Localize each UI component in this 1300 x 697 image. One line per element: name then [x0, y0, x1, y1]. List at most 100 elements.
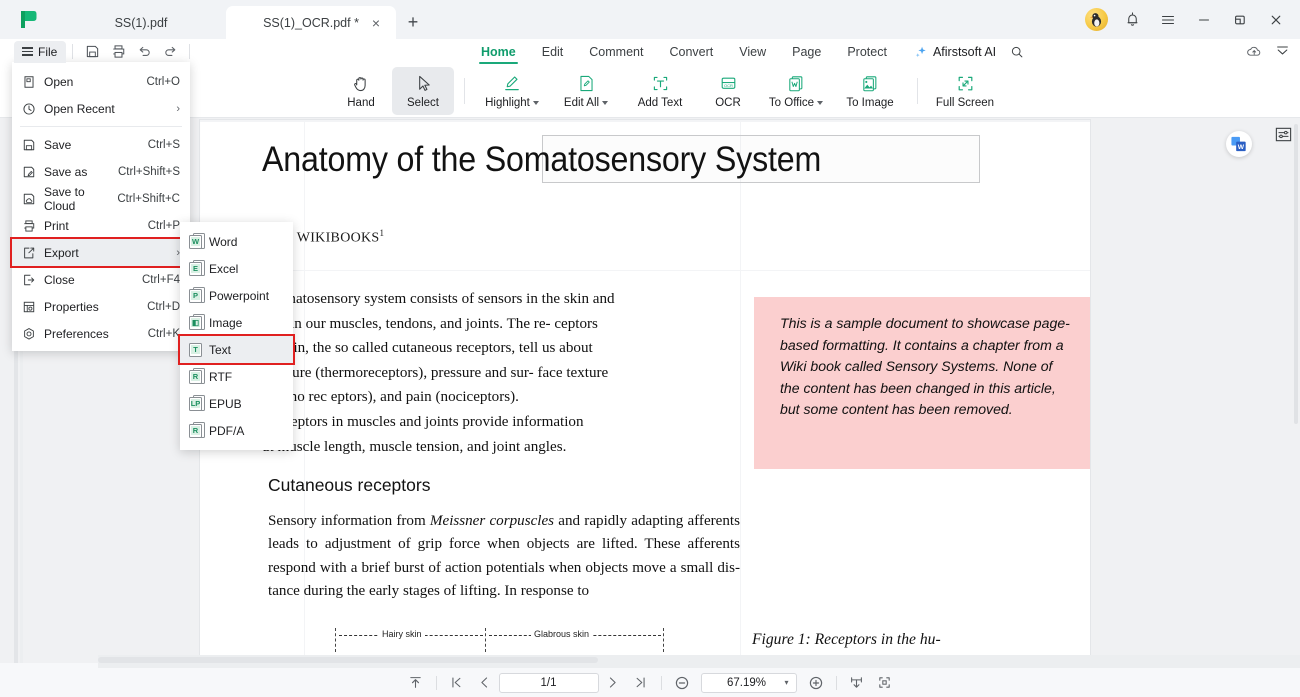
open-icon [22, 75, 44, 89]
full-screen-button[interactable]: Full Screen [928, 67, 1002, 115]
menu-item-save[interactable]: Save Ctrl+S [12, 131, 190, 158]
tab-home[interactable]: Home [468, 39, 529, 64]
menu-item-label: Open [44, 74, 74, 89]
scroll-to-top-button[interactable] [402, 672, 430, 694]
afirstsoft-ai-button[interactable]: Afirstsoft AI [900, 45, 1004, 59]
next-page-icon [609, 677, 616, 688]
file-menu-button[interactable]: File [14, 40, 66, 63]
maximize-icon [1235, 15, 1245, 24]
export-item-label: Powerpoint [209, 288, 270, 303]
first-page-icon [452, 677, 461, 688]
first-page-button[interactable] [443, 672, 471, 694]
zoom-in-button[interactable] [802, 672, 830, 694]
tab-edit[interactable]: Edit [529, 39, 577, 64]
export-item-text[interactable]: T Text [178, 334, 295, 365]
export-item-rtf[interactable]: R RTF [180, 363, 293, 390]
app-logo [0, 0, 56, 39]
menu-item-open[interactable]: Open Ctrl+O [12, 68, 190, 95]
export-icon [22, 246, 44, 260]
export-submenu[interactable]: W Word E Excel P Powerpoint ◧ Image T Te… [178, 222, 295, 450]
highlight-button[interactable]: Highlight [475, 67, 549, 115]
new-tab-button[interactable]: + [396, 6, 430, 39]
panel-settings-icon [1275, 127, 1291, 141]
minimize-button[interactable] [1186, 3, 1222, 37]
menu-item-preferences[interactable]: Preferences Ctrl+K [12, 320, 190, 347]
main-menu-button[interactable] [1150, 3, 1186, 37]
collapse-ribbon-button[interactable] [1275, 44, 1290, 59]
chevron-down-icon [532, 100, 539, 105]
tab-label: SS(1)_OCR.pdf * [263, 15, 359, 30]
text-file-icon: T [189, 340, 205, 357]
document-tab-1[interactable]: SS(1).pdf [56, 6, 226, 39]
zoom-level-select[interactable]: 67.19% ▾ [700, 672, 797, 693]
print-icon [112, 45, 124, 58]
fit-width-button[interactable] [843, 672, 871, 694]
vertical-scrollbar[interactable] [1292, 118, 1300, 663]
menu-item-save-to-cloud[interactable]: Save to Cloud Ctrl+Shift+C [12, 185, 190, 213]
menu-item-accel: Ctrl+S [147, 138, 180, 151]
paragraph-line: echano rec eptors), and pain (nociceptor… [262, 389, 519, 406]
horizontal-scrollbar[interactable] [98, 655, 1300, 668]
export-item-image[interactable]: ◧ Image [180, 309, 293, 336]
hand-tool-button[interactable]: Hand [330, 67, 392, 115]
ai-sparkle-icon [915, 46, 926, 57]
maximize-button[interactable] [1222, 3, 1258, 37]
export-item-excel[interactable]: E Excel [180, 255, 293, 282]
fit-page-button[interactable] [871, 672, 899, 694]
menu-item-save-as[interactable]: Save as Ctrl+Shift+S [12, 158, 190, 185]
export-item-powerpoint[interactable]: P Powerpoint [180, 282, 293, 309]
export-item-word[interactable]: W Word [180, 228, 293, 255]
tab-view[interactable]: View [726, 39, 779, 64]
cloud-upload-button[interactable] [1246, 44, 1263, 59]
previous-page-button[interactable] [471, 672, 499, 694]
menu-item-properties[interactable]: Properties Ctrl+D [12, 293, 190, 320]
divider [660, 675, 662, 690]
zoom-out-button[interactable] [668, 672, 696, 694]
export-item-label: RTF [209, 369, 233, 384]
menu-item-close[interactable]: Close Ctrl+F4 [12, 266, 190, 293]
tab-label: View [739, 44, 767, 59]
select-tool-button[interactable]: Select [392, 66, 454, 115]
svg-text:W: W [1237, 144, 1244, 151]
tab-close-icon[interactable]: × [368, 15, 384, 31]
last-page-button[interactable] [627, 672, 655, 694]
tab-protect[interactable]: Protect [834, 39, 900, 64]
menu-item-print[interactable]: Print Ctrl+P [12, 212, 190, 239]
document-paragraph-1: r somatosensory system consists of senso… [262, 288, 734, 460]
right-panel-toggle[interactable] [1272, 123, 1294, 145]
search-button[interactable] [1004, 45, 1030, 59]
menu-item-label: Save [44, 137, 72, 152]
menu-item-label: Export [44, 245, 79, 260]
page-number-input[interactable]: 1/1 [498, 672, 599, 693]
export-item-label: Word [209, 234, 238, 249]
print-button[interactable] [105, 41, 131, 63]
save-button[interactable] [79, 41, 105, 63]
edit-all-button[interactable]: Edit All [549, 67, 623, 115]
menu-item-open-recent[interactable]: Open Recent › [12, 95, 190, 122]
add-text-button[interactable]: Add Text [623, 67, 697, 115]
minimize-icon [1198, 18, 1210, 21]
to-office-button[interactable]: To Office [759, 67, 833, 115]
ocr-icon: OCR [721, 77, 735, 89]
file-menu-icon [22, 47, 33, 56]
pdf-page[interactable]: Anatomy of the Somatosensory System OM W… [200, 120, 1090, 655]
section-body: Sensory information from Meissner corpus… [268, 513, 740, 600]
menu-item-export[interactable]: Export › [10, 237, 192, 268]
ocr-button[interactable]: OCR OCR [697, 67, 759, 115]
tab-comment[interactable]: Comment [576, 39, 656, 64]
convert-to-word-badge[interactable]: W [1226, 131, 1252, 157]
export-item-epub[interactable]: LP EPUB [180, 390, 293, 417]
file-dropdown-menu[interactable]: Open Ctrl+O Open Recent › Save Ctrl+S Sa… [10, 62, 192, 351]
close-button[interactable] [1258, 3, 1294, 37]
user-avatar[interactable] [1078, 3, 1114, 37]
tab-convert[interactable]: Convert [656, 39, 726, 64]
next-page-button[interactable] [599, 672, 627, 694]
document-tab-2[interactable]: SS(1)_OCR.pdf * × [226, 6, 396, 39]
prev-page-icon [481, 677, 488, 688]
undo-button[interactable] [131, 41, 157, 63]
tab-page[interactable]: Page [779, 39, 834, 64]
export-item-pdfa[interactable]: R PDF/A [180, 417, 293, 444]
to-image-button[interactable]: To Image [833, 67, 907, 115]
notifications-button[interactable] [1114, 3, 1150, 37]
redo-button[interactable] [157, 41, 183, 63]
